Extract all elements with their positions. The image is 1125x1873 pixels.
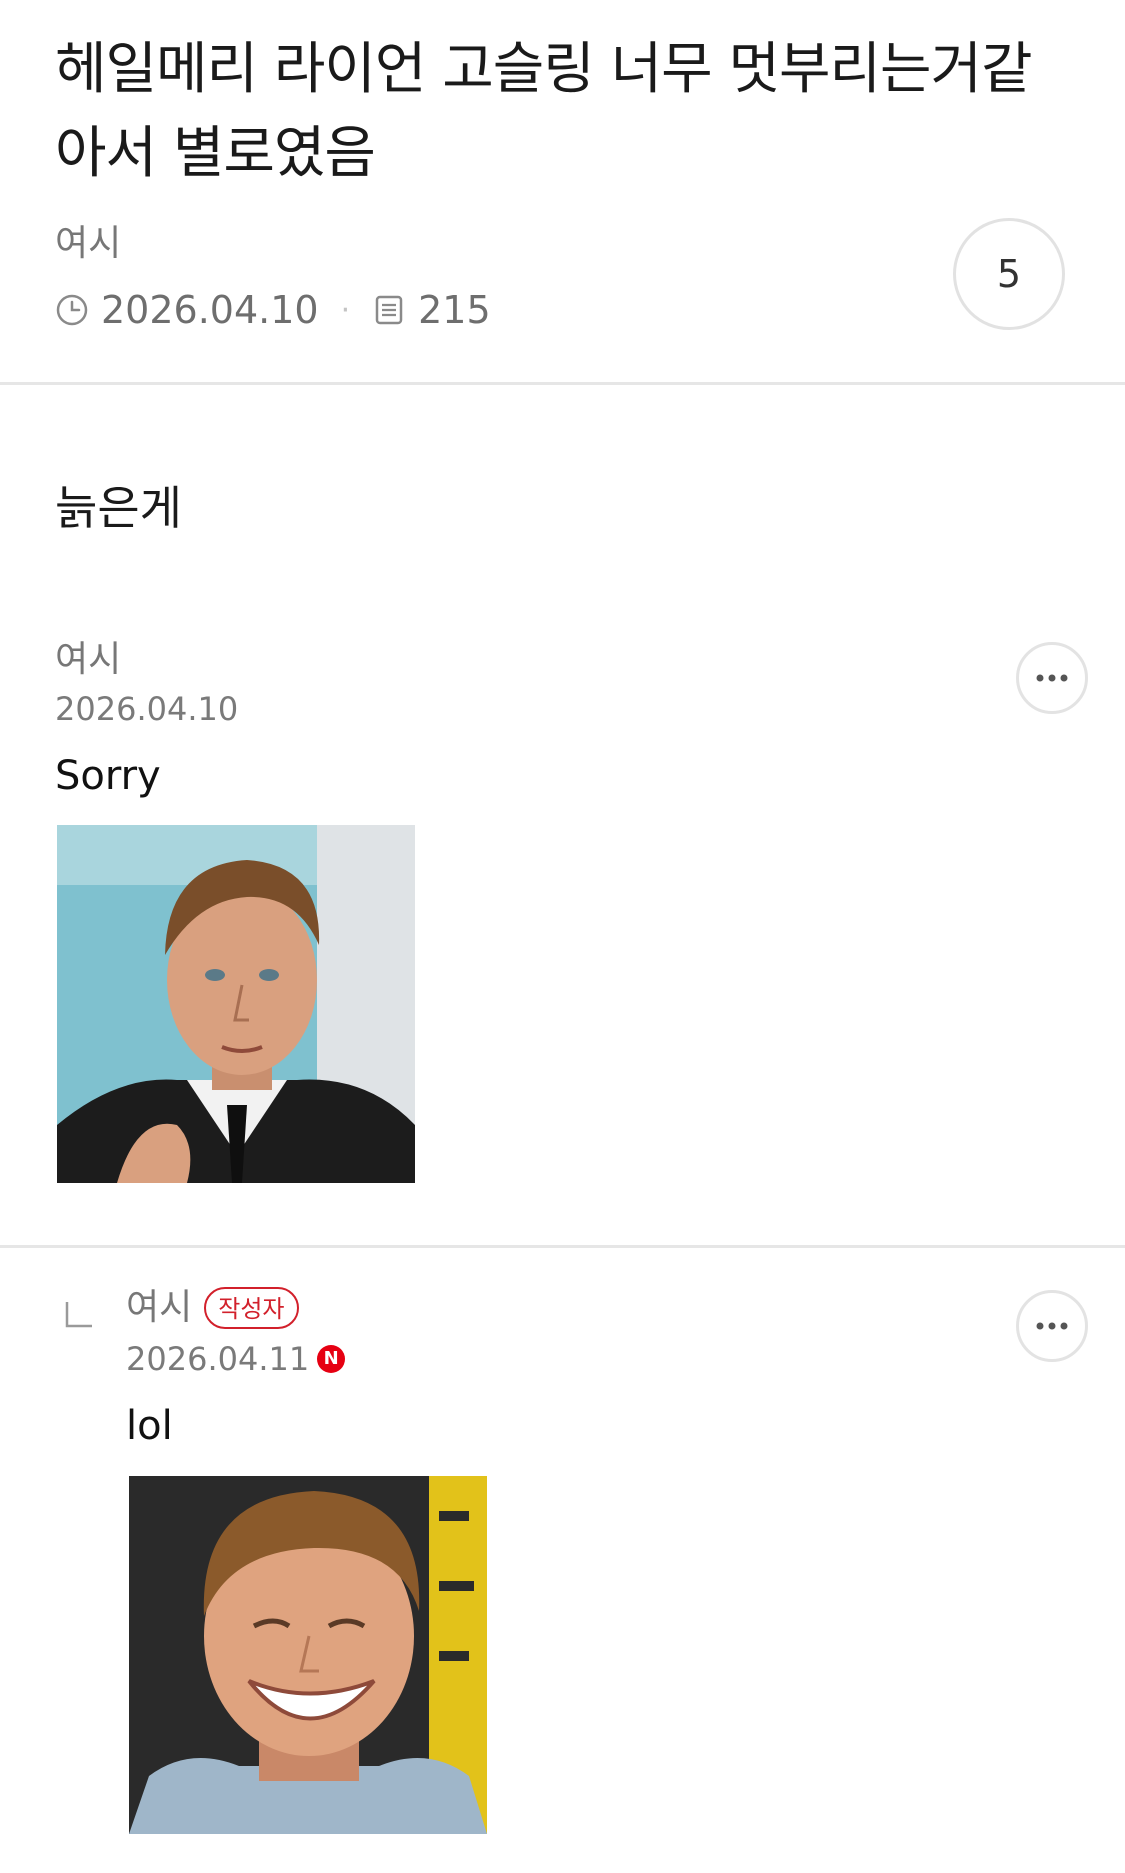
more-dots-icon	[1036, 1322, 1068, 1330]
document-icon	[372, 293, 406, 327]
comment-text: lol	[126, 1403, 173, 1449]
comment-author-name[interactable]: 여시	[126, 1286, 192, 1330]
comment-image[interactable]	[129, 1476, 487, 1834]
comment-count-button[interactable]: 5	[953, 218, 1065, 330]
more-dots-icon	[1036, 674, 1068, 682]
comment-divider	[0, 1245, 1125, 1248]
comment-author: 여시 작성자	[126, 1286, 299, 1330]
author-badge: 작성자	[204, 1287, 299, 1329]
reply-arrow-icon	[64, 1300, 94, 1330]
new-badge: N	[317, 1345, 346, 1373]
comment-more-button[interactable]	[1016, 642, 1088, 714]
comment-date: 2026.04.11 N	[126, 1339, 346, 1379]
post-date: 2026.04.10	[101, 288, 319, 332]
comment-date: 2026.04.10	[55, 690, 239, 728]
post-body: 늙은게	[55, 481, 182, 535]
meta-separator: ·	[340, 292, 351, 328]
comment-text: Sorry	[55, 753, 161, 799]
comment-author[interactable]: 여시	[55, 638, 121, 682]
post-views: 215	[418, 288, 491, 332]
post-title: 헤일메리 라이언 고슬링 너무 멋부리는거같아서 별로였음	[55, 37, 1033, 186]
comment-more-button[interactable]	[1016, 1290, 1088, 1362]
clock-icon	[55, 293, 89, 327]
post-meta: 2026.04.10 · 215	[55, 286, 491, 334]
post-author[interactable]: 여시	[55, 222, 121, 266]
post-header: 헤일메리 라이언 고슬링 너무 멋부리는거같아서 별로였음 여시 2026.04…	[0, 0, 1125, 385]
comment-date-text: 2026.04.11	[126, 1340, 310, 1378]
comment-image[interactable]	[57, 825, 415, 1183]
